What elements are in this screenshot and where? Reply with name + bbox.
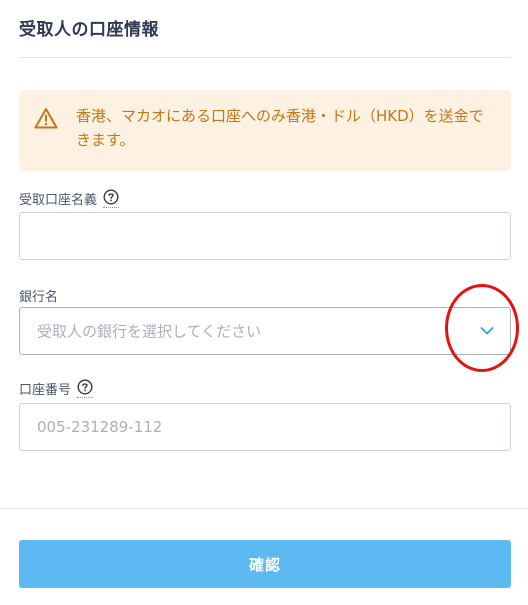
warning-triangle-icon bbox=[34, 108, 58, 129]
account-name-input[interactable] bbox=[19, 212, 511, 260]
footer-divider bbox=[0, 508, 528, 509]
bank-name-label: 銀行名 bbox=[19, 286, 58, 305]
bank-name-label-text: 銀行名 bbox=[19, 290, 59, 305]
question-circle-icon[interactable] bbox=[77, 379, 94, 398]
account-number-label: 口座番号 bbox=[19, 379, 94, 398]
highlight-circle bbox=[445, 284, 519, 372]
question-circle-icon[interactable] bbox=[103, 189, 120, 208]
account-number-placeholder: 005-231289-112 bbox=[37, 418, 163, 436]
account-name-label-text: 受取口座名義 bbox=[19, 193, 98, 208]
warning-banner: 香港、マカオにある口座へのみ香港・ドル（HKD）を送金できます。 bbox=[19, 90, 511, 171]
bank-select-placeholder: 受取人の銀行を選択してください bbox=[37, 322, 262, 341]
title-divider bbox=[19, 57, 511, 58]
account-name-label: 受取口座名義 bbox=[19, 189, 120, 208]
warning-text: 香港、マカオにある口座へのみ香港・ドル（HKD）を送金できます。 bbox=[76, 107, 484, 149]
account-number-label-text: 口座番号 bbox=[19, 383, 72, 398]
page-title: 受取人の口座情報 bbox=[19, 20, 159, 40]
confirm-button[interactable]: 確認 bbox=[19, 540, 511, 588]
account-number-input[interactable]: 005-231289-112 bbox=[19, 403, 511, 451]
bank-select[interactable]: 受取人の銀行を選択してください bbox=[19, 307, 511, 355]
